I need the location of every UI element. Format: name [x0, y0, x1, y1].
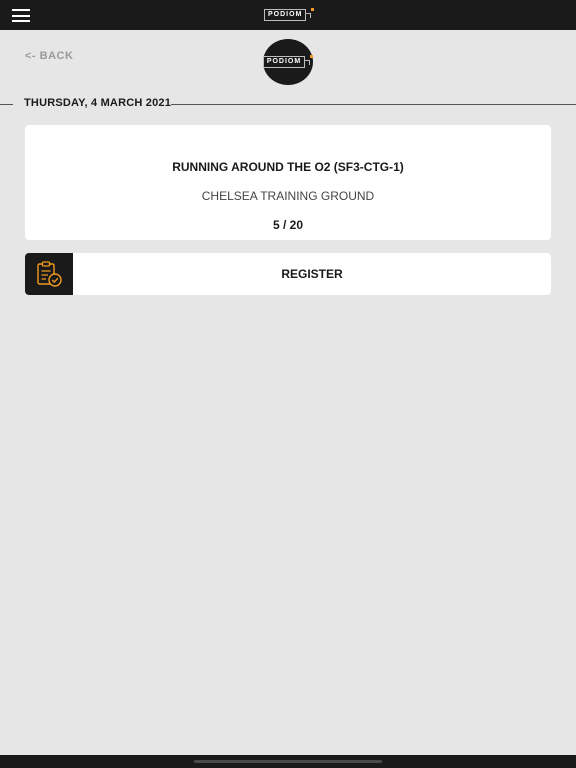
register-label: REGISTER: [281, 267, 343, 281]
session-card[interactable]: RUNNING AROUND THE O2 (SF3-CTG-1) CHELSE…: [25, 125, 551, 240]
divider-left: [0, 104, 13, 105]
badge-logo-wordmark: PODIOM: [262, 56, 306, 68]
clipboard-check-icon: [37, 261, 62, 287]
register-button[interactable]: REGISTER: [25, 253, 551, 295]
badge-logo-mark-icon: [305, 55, 314, 66]
date-label: THURSDAY, 4 MARCH 2021: [24, 97, 172, 109]
divider-right: [171, 104, 576, 105]
home-indicator[interactable]: [194, 760, 382, 763]
session-location: CHELSEA TRAINING GROUND: [201, 189, 375, 203]
club-logo-badge: PODIOM: [262, 39, 314, 85]
session-title: RUNNING AROUND THE O2 (SF3-CTG-1): [172, 160, 404, 174]
logo-wordmark: PODIOM: [264, 9, 307, 21]
top-bar: PODIOM: [0, 0, 576, 30]
session-attendance-count: 5 / 20: [272, 218, 304, 232]
hamburger-menu-icon[interactable]: [12, 9, 30, 22]
date-header: THURSDAY, 4 MARCH 2021: [0, 97, 576, 113]
bottom-bar: [0, 755, 576, 768]
logo-mark-icon: [306, 8, 315, 19]
register-icon-tile: [25, 253, 73, 295]
header-logo: PODIOM: [264, 8, 315, 21]
back-button[interactable]: <- BACK: [25, 50, 73, 62]
